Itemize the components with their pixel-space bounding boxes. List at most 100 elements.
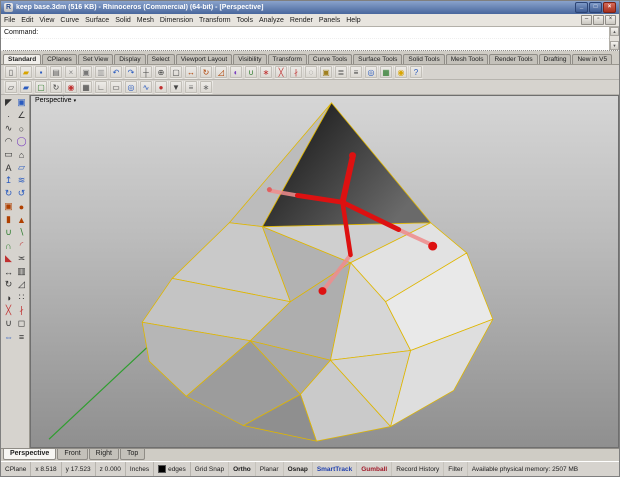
cylinder-icon[interactable]: ▮ xyxy=(2,213,15,226)
arc-icon[interactable]: ◠ xyxy=(2,135,15,148)
options-icon[interactable]: ∗ xyxy=(199,80,213,94)
render-icon[interactable]: ◉ xyxy=(394,65,408,79)
menu-render[interactable]: Render xyxy=(290,17,313,24)
tab-new-in-v5[interactable]: New in V5 xyxy=(572,54,613,64)
mirror-tool-icon[interactable]: ◑ xyxy=(2,291,15,304)
tab-display[interactable]: Display xyxy=(114,54,146,64)
coordinate-x[interactable]: x 8.518 xyxy=(31,462,62,476)
cplane-view-icon[interactable]: ▢ xyxy=(34,80,48,94)
pan-icon[interactable]: ┼ xyxy=(139,65,153,79)
zoom-extents-icon[interactable]: ▢ xyxy=(169,65,183,79)
dimension-icon[interactable]: ⇔ xyxy=(2,330,15,343)
menu-solid[interactable]: Solid xyxy=(115,17,131,24)
command-scrollbar[interactable]: ▲ ▼ xyxy=(609,27,619,50)
surface-plane-icon[interactable]: ▱ xyxy=(15,161,28,174)
tab-render-tools[interactable]: Render Tools xyxy=(489,54,538,64)
redo-icon[interactable]: ↷ xyxy=(124,65,138,79)
save-file-icon[interactable]: ▪ xyxy=(34,65,48,79)
copy-tool-icon[interactable]: ▥ xyxy=(15,265,28,278)
viewport-title[interactable]: Perspective ▾ xyxy=(35,97,76,104)
menu-file[interactable]: File xyxy=(4,17,15,24)
current-layer-selector[interactable]: edges xyxy=(154,462,191,476)
cplane-world-icon[interactable]: ▱ xyxy=(4,80,18,94)
lock-icon[interactable]: ▣ xyxy=(319,65,333,79)
help-icon[interactable]: ? xyxy=(409,65,423,79)
viewport-menu-arrow-icon[interactable]: ▾ xyxy=(74,98,77,104)
tab-select[interactable]: Select xyxy=(146,54,175,64)
polygon-icon[interactable]: ⌂ xyxy=(15,148,28,161)
osnap-icon[interactable]: ◎ xyxy=(364,65,378,79)
toggle-planar[interactable]: Planar xyxy=(256,462,284,476)
extrude-icon[interactable]: ↥ xyxy=(2,174,15,187)
scale-tool-icon[interactable]: ◿ xyxy=(15,278,28,291)
coordinate-z[interactable]: z 0.000 xyxy=(96,462,126,476)
ortho-icon[interactable]: ∟ xyxy=(94,80,108,94)
boolean-intersection-icon[interactable]: ∩ xyxy=(2,239,15,252)
doc-restore-button[interactable]: ▫ xyxy=(593,15,604,25)
doc-minimize-button[interactable]: – xyxy=(581,15,592,25)
tab-set-view[interactable]: Set View xyxy=(77,54,114,64)
text-icon[interactable]: A xyxy=(2,161,15,174)
command-area[interactable]: Command: ▲ ▼ xyxy=(1,27,619,51)
menu-tools[interactable]: Tools xyxy=(237,17,253,24)
select-pointer-icon[interactable]: ◤ xyxy=(2,96,15,109)
measure-icon[interactable]: ≡ xyxy=(15,330,28,343)
menu-surface[interactable]: Surface xyxy=(85,17,109,24)
tab-visibility[interactable]: Visibility xyxy=(233,54,267,64)
cone-icon[interactable]: ▲ xyxy=(15,213,28,226)
scale-icon[interactable]: ◿ xyxy=(214,65,228,79)
title-bar[interactable]: R keep base.3dm (516 KB) - Rhinoceros (C… xyxy=(1,1,619,14)
mirror-icon[interactable]: ◐ xyxy=(229,65,243,79)
record-history-icon[interactable]: ● xyxy=(154,80,168,94)
layers-icon[interactable]: ≣ xyxy=(334,65,348,79)
explode-icon[interactable]: ∗ xyxy=(259,65,273,79)
menu-dimension[interactable]: Dimension xyxy=(160,17,193,24)
doc-close-button[interactable]: × xyxy=(605,15,616,25)
selection-filter-icon[interactable]: ▣ xyxy=(15,96,28,109)
fillet-icon[interactable]: ◜ xyxy=(15,239,28,252)
paste-icon[interactable]: ▥ xyxy=(94,65,108,79)
toggle-smarttrack[interactable]: SmartTrack xyxy=(313,462,358,476)
split-icon[interactable]: ∤ xyxy=(289,65,303,79)
maximize-button[interactable]: □ xyxy=(589,2,602,13)
split-tool-icon[interactable]: ∤ xyxy=(15,304,28,317)
sweep-icon[interactable]: ↺ xyxy=(15,187,28,200)
toggle-filter[interactable]: Filter xyxy=(444,462,468,476)
tab-drafting[interactable]: Drafting xyxy=(538,54,572,64)
mesh-object[interactable] xyxy=(141,102,494,442)
array-icon[interactable]: ∷ xyxy=(15,291,28,304)
close-button[interactable]: × xyxy=(603,2,616,13)
viewport-tab-right[interactable]: Right xyxy=(88,449,119,460)
loft-icon[interactable]: ≋ xyxy=(15,174,28,187)
viewport-perspective[interactable]: Perspective ▾ xyxy=(30,95,619,448)
tab-curve-tools[interactable]: Curve Tools xyxy=(307,54,353,64)
tab-viewport-layout[interactable]: Viewport Layout xyxy=(175,54,233,64)
menu-mesh[interactable]: Mesh xyxy=(137,17,154,24)
menu-edit[interactable]: Edit xyxy=(21,17,33,24)
new-file-icon[interactable]: ▯ xyxy=(4,65,18,79)
polyline-icon[interactable]: ∠ xyxy=(15,109,28,122)
join-icon[interactable]: ∪ xyxy=(244,65,258,79)
boolean-union-icon[interactable]: ∪ xyxy=(2,226,15,239)
smarttrack-icon[interactable]: ∿ xyxy=(139,80,153,94)
offset-icon[interactable]: ≍ xyxy=(15,252,28,265)
viewport-tab-front[interactable]: Front xyxy=(57,449,88,460)
toggle-grid-snap[interactable]: Grid Snap xyxy=(191,462,230,476)
rotate-icon[interactable]: ↻ xyxy=(199,65,213,79)
ellipse-icon[interactable]: ◯ xyxy=(15,135,28,148)
boolean-difference-icon[interactable]: ∖ xyxy=(15,226,28,239)
box-icon[interactable]: ▣ xyxy=(2,200,15,213)
red-control-point[interactable] xyxy=(349,152,357,159)
osnap-settings-icon[interactable]: ◎ xyxy=(124,80,138,94)
minimize-button[interactable]: _ xyxy=(575,2,588,13)
curve-icon[interactable]: ∿ xyxy=(2,122,15,135)
red-control-point[interactable] xyxy=(318,287,327,295)
planar-icon[interactable]: ▭ xyxy=(109,80,123,94)
undo-icon[interactable]: ↶ xyxy=(109,65,123,79)
menu-curve[interactable]: Curve xyxy=(60,17,79,24)
units-display[interactable]: Inches xyxy=(126,462,155,476)
layer-name[interactable]: edges xyxy=(168,466,186,473)
tab-mesh-tools[interactable]: Mesh Tools xyxy=(445,54,489,64)
filter-icon[interactable]: ▼ xyxy=(169,80,183,94)
gumball-icon[interactable]: ◉ xyxy=(64,80,78,94)
